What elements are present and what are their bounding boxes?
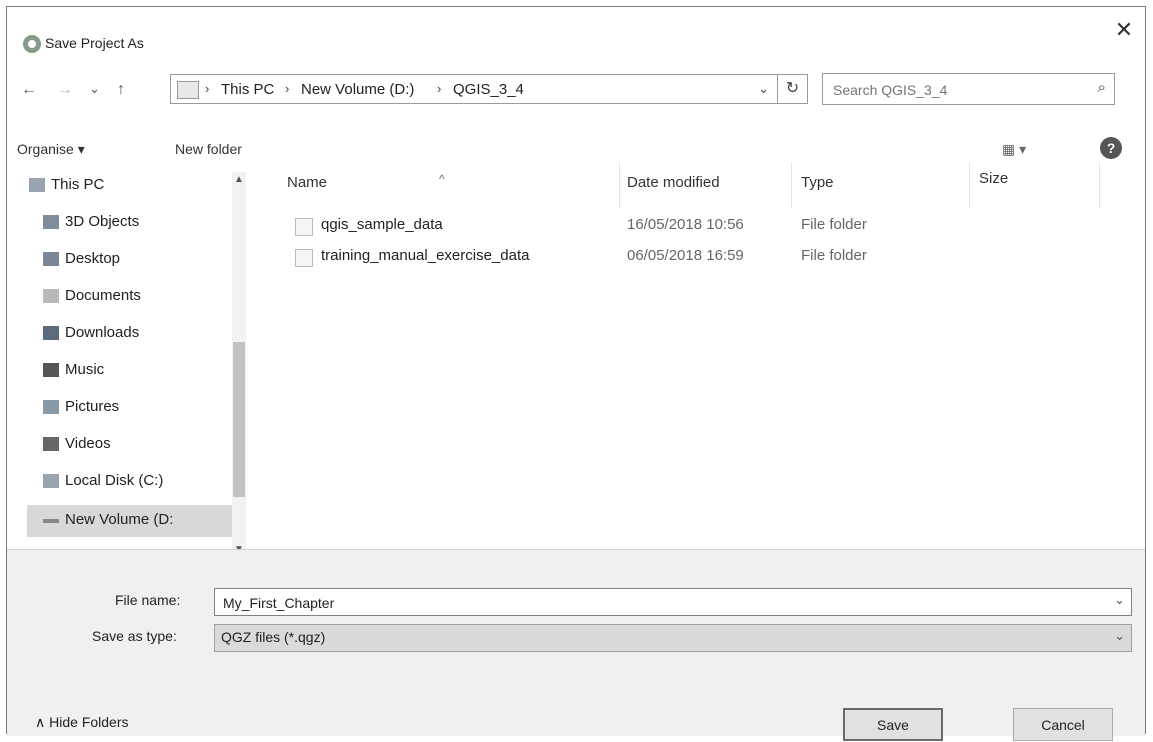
cube-icon <box>43 215 59 229</box>
file-name-dropdown-icon[interactable]: ⌄ <box>1114 592 1125 608</box>
new-folder-button[interactable]: New folder <box>175 141 242 157</box>
address-bar[interactable]: › This PC › New Volume (D:) › QGIS_3_4 ⌄ <box>170 74 778 104</box>
sidebar-item-documents[interactable]: Documents <box>27 281 232 313</box>
video-icon <box>43 437 59 451</box>
save-button[interactable]: Save <box>843 708 943 741</box>
file-date: 16/05/2018 10:56 <box>627 216 744 233</box>
up-arrow-icon[interactable]: ↑ <box>117 81 125 99</box>
breadcrumb-qgis-folder[interactable]: QGIS_3_4 <box>453 81 524 98</box>
sidebar-item-label: Pictures <box>65 398 120 415</box>
download-icon <box>43 326 59 340</box>
title-bar: Save Project As ✕ <box>7 7 1145 53</box>
navigation-pane: This PC 3D Objects Desktop Documents Dow… <box>27 170 237 550</box>
address-dropdown-icon[interactable]: ⌄ <box>758 81 769 97</box>
sidebar-item-label: New Volume (D: <box>65 511 174 528</box>
file-type: File folder <box>801 247 867 264</box>
column-divider[interactable] <box>791 162 792 208</box>
search-box[interactable]: ⌕ <box>822 73 1115 105</box>
drive-icon <box>43 519 59 523</box>
sidebar-item-new-volume-d[interactable]: New Volume (D: <box>27 505 232 537</box>
save-options-panel: File name: ⌄ Save as type: QGZ files (*.… <box>7 549 1145 741</box>
file-name-input[interactable] <box>221 592 1085 614</box>
breadcrumb-separator-icon: › <box>437 81 442 96</box>
save-as-type-select[interactable]: QGZ files (*.qgz) ⌄ <box>214 624 1132 652</box>
column-header-size[interactable]: Size <box>979 170 1008 187</box>
hide-folders-toggle[interactable]: ∧ Hide Folders <box>35 714 129 731</box>
file-row[interactable]: qgis_sample_data 16/05/2018 10:56 File f… <box>287 212 1107 242</box>
sidebar-item-label: Local Disk (C:) <box>65 472 164 489</box>
sidebar-item-this-pc[interactable]: This PC <box>27 170 232 202</box>
recent-locations-chevron-icon[interactable]: ⌄ <box>89 81 100 97</box>
file-name: training_manual_exercise_data <box>321 247 530 264</box>
back-arrow-icon[interactable]: ← <box>21 81 37 99</box>
column-header-name[interactable]: Name <box>287 174 327 191</box>
sidebar-item-3d-objects[interactable]: 3D Objects <box>27 207 232 239</box>
scroll-up-icon[interactable]: ▲ <box>234 174 244 185</box>
cancel-button[interactable]: Cancel <box>1013 708 1113 741</box>
navigation-pane-scrollbar[interactable]: ▲ ▼ <box>232 172 246 557</box>
sort-ascending-icon: ^ <box>439 172 445 186</box>
desktop-icon <box>43 252 59 266</box>
computer-icon <box>29 178 45 192</box>
sidebar-item-label: Music <box>65 361 105 378</box>
sidebar-item-desktop[interactable]: Desktop <box>27 244 232 276</box>
save-as-type-value: QGZ files (*.qgz) <box>221 629 326 645</box>
sidebar-item-label: Downloads <box>65 324 140 341</box>
folder-icon <box>295 249 313 267</box>
organise-menu-button[interactable]: Organise ▾ <box>17 141 85 158</box>
scrollbar-thumb[interactable] <box>233 342 245 497</box>
column-divider[interactable] <box>969 162 970 208</box>
refresh-icon[interactable]: ↻ <box>778 74 808 104</box>
disk-icon <box>43 474 59 488</box>
file-row[interactable]: training_manual_exercise_data 06/05/2018… <box>287 243 1107 273</box>
sidebar-item-music[interactable]: Music <box>27 355 232 387</box>
column-divider[interactable] <box>619 162 620 208</box>
document-icon <box>43 289 59 303</box>
search-input[interactable] <box>831 78 1075 102</box>
column-header-type[interactable]: Type <box>801 174 834 191</box>
save-project-dialog: Save Project As ✕ ← → ⌄ ↑ › This PC › Ne… <box>6 6 1146 741</box>
breadcrumb-this-pc[interactable]: This PC <box>221 81 274 98</box>
dialog-title: Save Project As <box>45 35 144 51</box>
sidebar-item-label: This PC <box>51 176 105 193</box>
picture-icon <box>43 400 59 414</box>
file-type: File folder <box>801 216 867 233</box>
file-date: 06/05/2018 16:59 <box>627 247 744 264</box>
sidebar-item-pictures[interactable]: Pictures <box>27 392 232 424</box>
help-icon[interactable]: ? <box>1100 137 1122 159</box>
file-list-header: Name Date modified Type Size <box>279 162 1109 208</box>
close-icon[interactable]: ✕ <box>1111 17 1137 43</box>
folder-icon <box>177 81 199 99</box>
folder-icon <box>295 218 313 236</box>
change-view-icon[interactable]: ▦ ▾ <box>1002 141 1026 158</box>
file-name: qgis_sample_data <box>321 216 443 233</box>
qgis-logo-icon <box>23 35 41 53</box>
breadcrumb-separator-icon: › <box>205 81 210 96</box>
column-header-date-modified[interactable]: Date modified <box>627 174 720 191</box>
save-as-type-label: Save as type: <box>92 628 177 644</box>
file-name-label: File name: <box>115 592 181 608</box>
forward-arrow-icon[interactable]: → <box>57 81 73 99</box>
sidebar-item-label: 3D Objects <box>65 213 140 230</box>
sidebar-item-label: Videos <box>65 435 111 452</box>
breadcrumb-new-volume[interactable]: New Volume (D:) <box>301 81 414 98</box>
column-divider[interactable] <box>1099 162 1100 208</box>
sidebar-item-label: Desktop <box>65 250 121 267</box>
save-as-type-dropdown-icon[interactable]: ⌄ <box>1114 628 1125 644</box>
file-name-combobox[interactable]: ⌄ <box>214 588 1132 616</box>
breadcrumb-separator-icon: › <box>285 81 290 96</box>
sidebar-item-local-disk-c[interactable]: Local Disk (C:) <box>27 466 232 498</box>
sidebar-item-downloads[interactable]: Downloads <box>27 318 232 350</box>
navigation-bar: ← → ⌄ ↑ › This PC › New Volume (D:) › QG… <box>7 69 1145 109</box>
search-icon[interactable]: ⌕ <box>1098 79 1106 96</box>
music-icon <box>43 363 59 377</box>
sidebar-item-label: Documents <box>65 287 141 304</box>
sidebar-item-videos[interactable]: Videos <box>27 429 232 461</box>
